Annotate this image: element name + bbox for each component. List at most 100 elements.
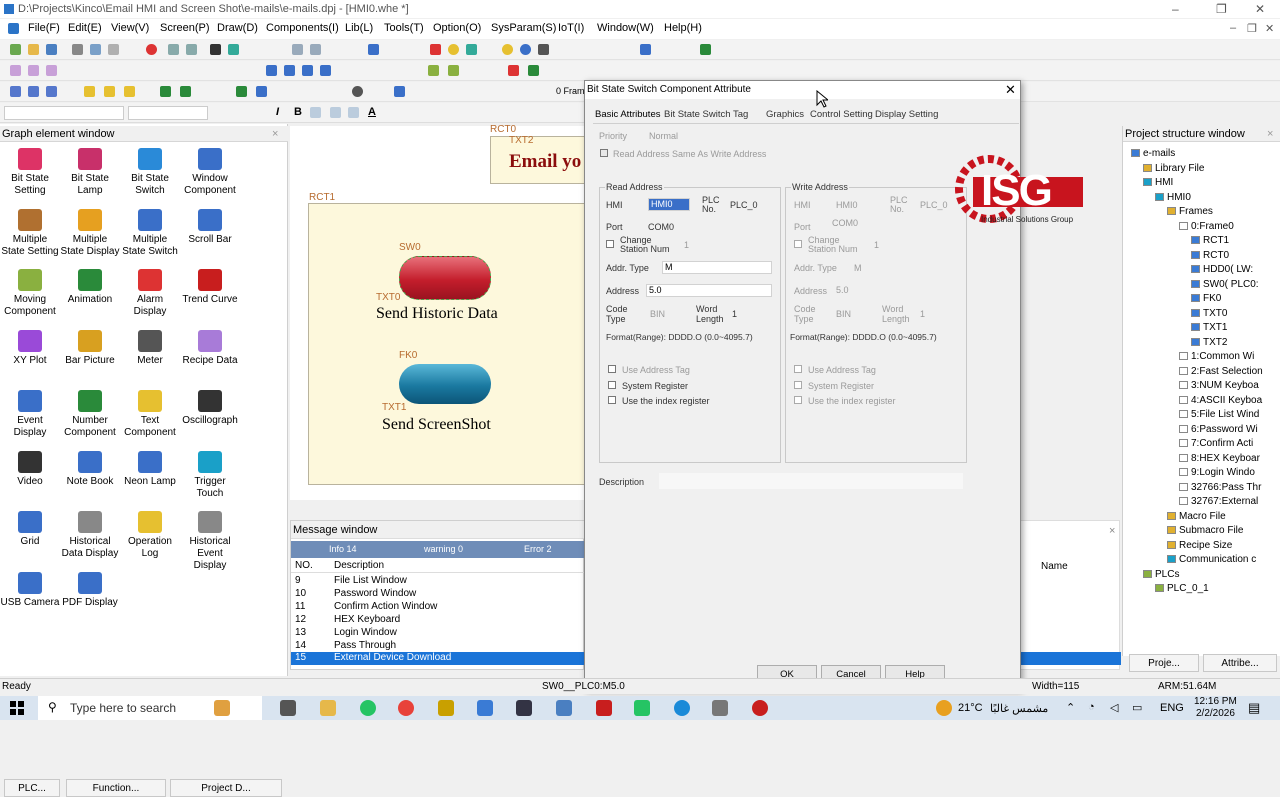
- online-icon[interactable]: [46, 86, 57, 97]
- graph-item[interactable]: Bit State Setting: [0, 148, 60, 197]
- warning-count[interactable]: warning 0: [424, 544, 463, 554]
- graph-item[interactable]: Number Component: [60, 390, 120, 439]
- tree-node[interactable]: Library File: [1143, 163, 1204, 174]
- tree-node[interactable]: TXT1: [1191, 322, 1227, 333]
- tree-node[interactable]: 2:Fast Selection: [1179, 366, 1263, 377]
- polygon-tool-icon[interactable]: [466, 44, 477, 55]
- graph-item[interactable]: Trend Curve: [180, 269, 240, 306]
- close-icon[interactable]: ×: [1267, 128, 1273, 140]
- write-word-length-select[interactable]: 1: [920, 309, 925, 319]
- mdi-minimize-icon[interactable]: –: [1230, 22, 1236, 34]
- read-code-type-select[interactable]: BIN: [650, 309, 665, 319]
- write-system-register-checkbox[interactable]: [794, 381, 802, 389]
- write-addr-type-select[interactable]: M: [854, 263, 862, 273]
- tree-node[interactable]: TXT0: [1191, 308, 1227, 319]
- message-row[interactable]: 12 HEX Keyboard: [291, 614, 585, 627]
- clock-date[interactable]: 2/2/2026: [1196, 708, 1235, 719]
- tray-chevron-icon[interactable]: ⌃: [1066, 701, 1075, 714]
- tree-node[interactable]: Recipe Size: [1167, 540, 1232, 551]
- whatsapp-icon[interactable]: [360, 700, 376, 716]
- copy-icon[interactable]: [90, 44, 101, 55]
- height-icon[interactable]: [448, 65, 459, 76]
- tab-bit-state-switch[interactable]: Bit State Switch: [664, 109, 731, 120]
- file-explorer-icon[interactable]: [320, 700, 336, 716]
- offline-icon[interactable]: [28, 86, 39, 97]
- graph-item[interactable]: Bit State Lamp: [60, 148, 120, 197]
- graph-item[interactable]: XY Plot: [0, 329, 60, 367]
- tab-control-setting[interactable]: Control Setting: [810, 109, 873, 120]
- graph-item[interactable]: Bar Picture: [60, 329, 120, 367]
- app-icon-4[interactable]: [596, 700, 612, 716]
- graph-item[interactable]: Multiple State Display: [60, 208, 120, 258]
- graph-item[interactable]: Window Component: [180, 148, 240, 197]
- priority-select[interactable]: Normal: [649, 131, 678, 141]
- tab-basic-attributes[interactable]: Basic Attributes: [595, 109, 660, 120]
- ungroup-icon[interactable]: [320, 65, 331, 76]
- align-center-icon[interactable]: [28, 65, 39, 76]
- menu-iot[interactable]: IoT(I): [558, 22, 584, 34]
- resize-icon[interactable]: [428, 65, 439, 76]
- graph-item[interactable]: Operation Log: [120, 511, 180, 560]
- download-icon[interactable]: [160, 86, 171, 97]
- rct1-frame[interactable]: RCT1 SW0 TXT0 Send Historic Data FK0 TXT…: [308, 192, 586, 485]
- home-icon[interactable]: [256, 86, 267, 97]
- message-row[interactable]: 11 Confirm Action Window: [291, 601, 585, 614]
- italic-icon[interactable]: I: [276, 106, 279, 118]
- upload-icon[interactable]: [180, 86, 191, 97]
- message-row[interactable]: 9 File List Window: [291, 575, 585, 588]
- menu-window[interactable]: Window(W): [597, 22, 654, 34]
- graph-item[interactable]: Historical Data Display: [60, 511, 120, 560]
- sim-icon[interactable]: [10, 86, 21, 97]
- select-tool-icon[interactable]: [368, 44, 379, 55]
- graph-item[interactable]: Grid: [0, 511, 60, 548]
- minimize-button[interactable]: –: [1172, 2, 1179, 16]
- language-indicator[interactable]: ENG: [1160, 702, 1184, 714]
- close-icon[interactable]: ×: [272, 128, 278, 140]
- menu-view[interactable]: View(V): [111, 22, 149, 34]
- tree-node[interactable]: 6:Password Wi: [1179, 424, 1258, 435]
- menu-file[interactable]: File(F): [28, 22, 60, 34]
- read-word-length-select[interactable]: 1: [732, 309, 737, 319]
- write-code-type-select[interactable]: BIN: [836, 309, 851, 319]
- group-icon[interactable]: [302, 65, 313, 76]
- app-icon-6[interactable]: [712, 700, 728, 716]
- menu-draw[interactable]: Draw(D): [217, 22, 258, 34]
- menu-screen[interactable]: Screen(P): [160, 22, 210, 34]
- tree-node[interactable]: SW0( PLC0:: [1191, 279, 1259, 290]
- maximize-button[interactable]: ❐: [1216, 2, 1227, 16]
- tree-node[interactable]: 3:NUM Keyboa: [1179, 380, 1259, 391]
- tree-node[interactable]: HDD0( LW:: [1191, 264, 1253, 275]
- tree-node[interactable]: 7:Confirm Acti: [1179, 438, 1253, 449]
- text-center-icon[interactable]: [330, 107, 341, 118]
- rct0-box[interactable]: TXT2 Email yo: [490, 135, 590, 184]
- layer-down-icon[interactable]: [284, 65, 295, 76]
- fk0-function-key[interactable]: [399, 364, 491, 404]
- tab-display-setting[interactable]: Display Setting: [875, 109, 938, 120]
- write-address-input[interactable]: 5.0: [836, 285, 849, 295]
- text-left-icon[interactable]: [310, 107, 321, 118]
- tree-node[interactable]: e-mails: [1131, 148, 1175, 159]
- graph-item[interactable]: Text Component: [120, 390, 180, 439]
- menu-option[interactable]: Option(O): [433, 22, 481, 34]
- windows-start-icon[interactable]: [10, 701, 24, 715]
- graph-item[interactable]: Multiple State Switch: [120, 208, 180, 258]
- email-title-text[interactable]: Email yo: [509, 151, 581, 173]
- tree-node[interactable]: 0:Frame0: [1179, 221, 1234, 232]
- description-input[interactable]: [659, 473, 963, 489]
- graph-item[interactable]: Historical Event Display: [180, 511, 240, 572]
- image-icon[interactable]: [104, 86, 115, 97]
- tab-attribute[interactable]: Attribe...: [1203, 654, 1277, 672]
- tree-node[interactable]: Communication c: [1167, 554, 1256, 565]
- tab-project-data[interactable]: Project D...: [170, 779, 282, 797]
- tab-tag[interactable]: Tag: [733, 109, 748, 120]
- read-system-register-checkbox[interactable]: [608, 381, 616, 389]
- redo-icon[interactable]: [186, 44, 197, 55]
- menu-edit[interactable]: Edit(E): [68, 22, 102, 34]
- tree-node[interactable]: RCT1: [1191, 235, 1229, 246]
- layer-up-icon[interactable]: [266, 65, 277, 76]
- read-use-tag-checkbox[interactable]: [608, 365, 616, 373]
- write-change-station-checkbox[interactable]: [794, 240, 802, 248]
- graph-item[interactable]: Neon Lamp: [120, 450, 180, 488]
- tree-node[interactable]: Submacro File: [1167, 525, 1243, 536]
- graph-item[interactable]: Alarm Display: [120, 269, 180, 318]
